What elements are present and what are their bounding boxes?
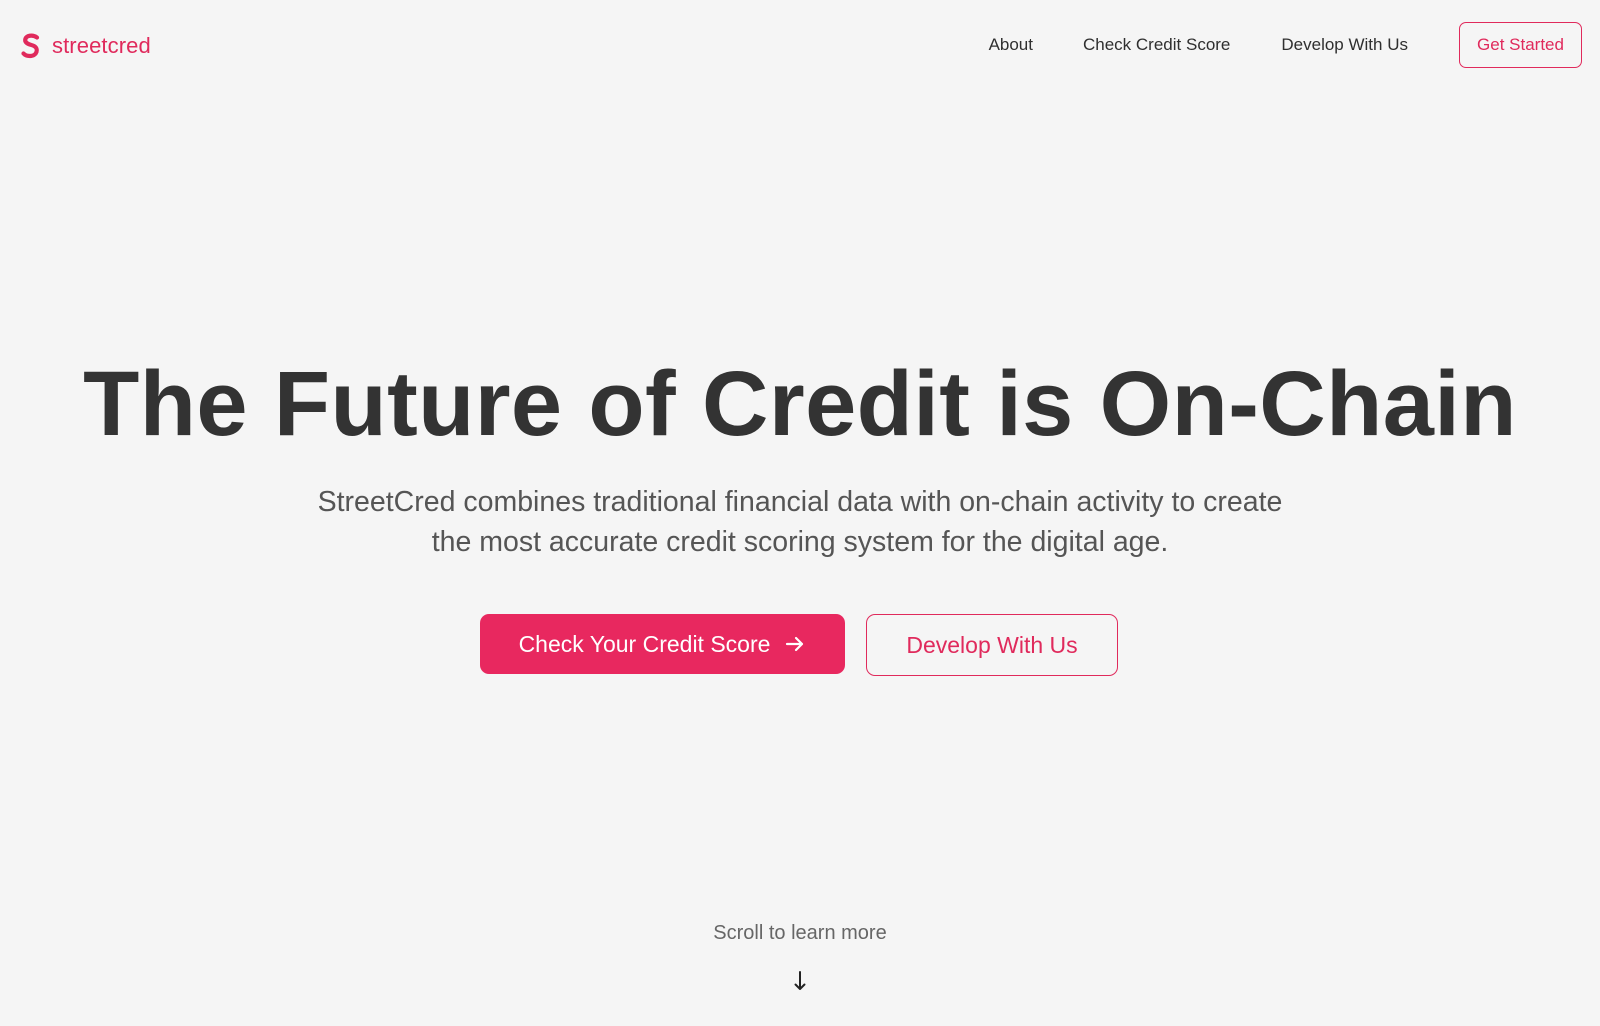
develop-with-us-button[interactable]: Develop With Us (866, 614, 1118, 676)
nav-link-about[interactable]: About (989, 35, 1033, 55)
check-credit-score-button[interactable]: Check Your Credit Score (480, 614, 845, 674)
get-started-button[interactable]: Get Started (1459, 22, 1582, 68)
arrow-down-icon-svg (794, 971, 806, 990)
main-nav: About Check Credit Score Develop With Us… (989, 22, 1582, 68)
hero-subtitle: StreetCred combines traditional financia… (317, 486, 1283, 558)
hero-title: The Future of Credit is On-Chain (83, 353, 1517, 455)
brand-name: streetcred (52, 33, 151, 58)
hero-cta-row: Check Your Credit Score Develop With Us (0, 614, 1600, 676)
nav-link-develop-with-us[interactable]: Develop With Us (1281, 35, 1408, 55)
brand-logo-link[interactable]: streetcred (20, 30, 151, 62)
check-credit-score-label: Check Your Credit Score (518, 630, 771, 657)
nav-link-check-credit-score[interactable]: Check Credit Score (1083, 35, 1230, 55)
arrow-right-icon (786, 636, 804, 652)
s-logo-icon (21, 33, 40, 59)
scroll-hint-label: Scroll to learn more (713, 922, 887, 944)
arrow-down-icon[interactable] (790, 970, 810, 996)
site-header: streetcred About Check Credit Score Deve… (0, 0, 1600, 90)
landing-page: streetcred About Check Credit Score Deve… (0, 0, 1600, 1026)
